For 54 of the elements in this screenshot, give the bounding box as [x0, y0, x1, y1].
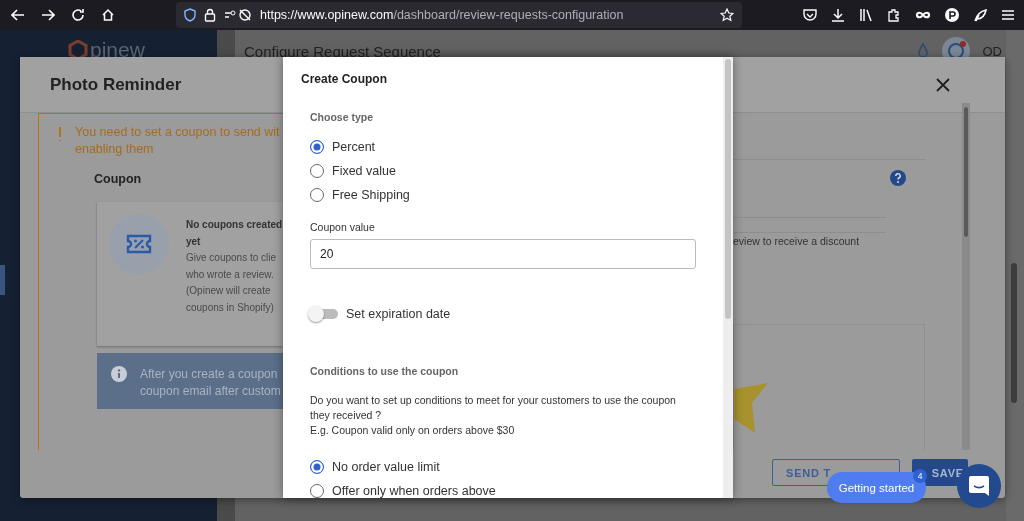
radio-button[interactable]	[310, 164, 324, 178]
scrollbar[interactable]	[723, 57, 733, 498]
library-icon[interactable]	[859, 8, 873, 22]
home-icon[interactable]	[101, 8, 115, 22]
chat-icon	[968, 475, 990, 497]
lock-icon	[204, 8, 216, 22]
option-label: Percent	[332, 140, 376, 154]
reload-icon[interactable]	[71, 8, 85, 22]
radio-button[interactable]	[310, 484, 324, 498]
extensions-icon[interactable]	[887, 8, 901, 22]
warning-text: You need to set a coupon to send wit enabling them	[75, 124, 280, 158]
expiration-toggle[interactable]: Set expiration date	[310, 307, 451, 321]
avatar[interactable]: OD	[982, 43, 1002, 59]
description-text: eview to receive a discount	[733, 235, 860, 247]
back-icon[interactable]	[11, 8, 25, 22]
option-label: Fixed value	[332, 164, 396, 178]
radio-button[interactable]	[310, 460, 324, 474]
page-title: Configure Request Sequence	[244, 42, 441, 60]
field-label: Coupon value	[310, 221, 376, 233]
drop-icon[interactable]	[916, 43, 929, 59]
logo-text: pinew	[90, 38, 145, 62]
profile-icon[interactable]	[945, 8, 959, 22]
section-label: Choose type	[310, 111, 374, 123]
coupon-value-field[interactable]: 20	[310, 239, 696, 269]
url-text: https://www.opinew.com/dashboard/review-requests-configuration	[260, 8, 624, 22]
permissions-icon	[224, 8, 252, 22]
empty-description: Give coupons to clie who wrote a review. (Opinew will create coupons in Shopify)	[186, 251, 278, 315]
option-label: No order value limit	[332, 460, 440, 474]
dialog-title: Create Coupon	[300, 71, 388, 88]
dialog-title: Photo Reminder	[50, 74, 182, 95]
section-title: Coupon	[94, 172, 143, 186]
info-icon	[111, 366, 127, 382]
coupon-ticket-icon	[126, 234, 152, 254]
download-icon[interactable]	[831, 8, 845, 22]
scrollbar[interactable]	[1006, 30, 1024, 521]
shield-icon	[184, 8, 196, 22]
close-icon[interactable]	[936, 77, 950, 92]
radio-button[interactable]	[310, 188, 324, 202]
section-label: Conditions to use the coupon	[310, 365, 460, 377]
option-label: Free Shipping	[332, 188, 410, 202]
info-text: After you create a coupon coupon email after custom	[140, 366, 281, 399]
conditions-description: Do you want to set up conditions to meet for your customers to use the coupon they received ? E.g. Coupon valid only on orders above $30	[310, 393, 677, 438]
empty-title: No coupons created yet	[186, 218, 283, 249]
forward-icon[interactable]	[41, 8, 55, 22]
radio-button[interactable]	[310, 140, 324, 154]
bookmark-star-icon[interactable]	[720, 8, 734, 22]
menu-icon[interactable]	[1001, 8, 1015, 22]
leaf-icon[interactable]	[973, 8, 987, 22]
notification-badge: 4	[913, 469, 927, 483]
scrollbar[interactable]	[962, 103, 970, 450]
address-bar[interactable]: https://www.opinew.com/dashboard/review-requests-configuration	[176, 2, 742, 28]
hexagon-logo-icon	[68, 40, 88, 60]
option-label: Offer only when orders above	[332, 484, 496, 498]
pocket-icon[interactable]	[803, 8, 817, 22]
